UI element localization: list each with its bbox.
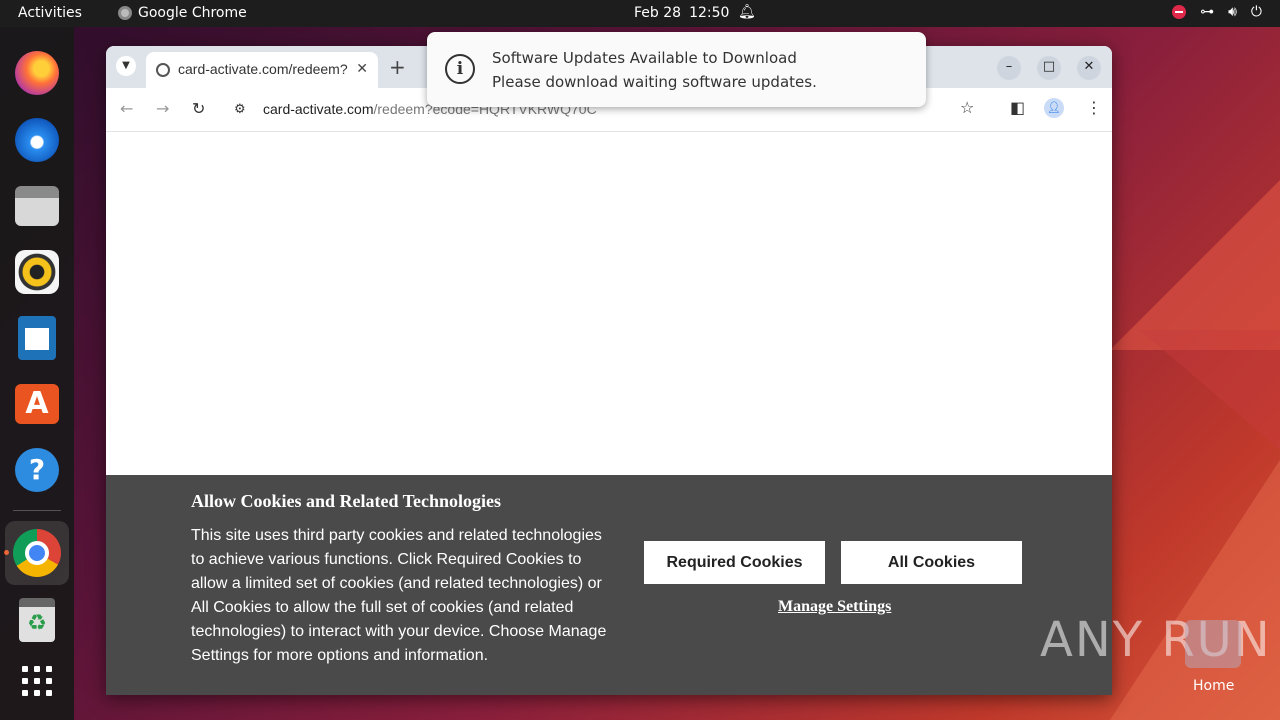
dock-files[interactable] bbox=[13, 182, 61, 230]
app-name-label: Google Chrome bbox=[138, 5, 247, 21]
home-folder-icon[interactable] bbox=[1185, 620, 1241, 668]
new-tab-button[interactable]: + bbox=[389, 55, 406, 79]
back-button[interactable]: ← bbox=[120, 99, 133, 118]
site-globe-icon bbox=[156, 63, 170, 77]
rhythmbox-icon bbox=[15, 250, 59, 294]
cookie-body: This site uses third party cookies and r… bbox=[191, 527, 607, 664]
clock[interactable]: Feb 28 12:50 bbox=[634, 5, 729, 21]
dock-help[interactable]: ? bbox=[13, 446, 61, 494]
app-center-icon: A bbox=[15, 384, 59, 424]
forward-button[interactable]: → bbox=[156, 99, 169, 118]
do-not-disturb-icon bbox=[1172, 5, 1187, 19]
trash-icon: ♻ bbox=[19, 598, 55, 642]
notification-title: Software Updates Available to Download bbox=[492, 49, 797, 67]
network-icon: ⊶ bbox=[1200, 4, 1215, 20]
maximize-button[interactable]: □ bbox=[1037, 56, 1061, 80]
notification-popup[interactable]: i Software Updates Available to Download… bbox=[427, 32, 926, 107]
reload-button[interactable]: ↻ bbox=[192, 99, 205, 118]
dock: A ? ♻ bbox=[0, 27, 74, 720]
bell-icon[interactable]: 🔔︎ bbox=[738, 4, 756, 20]
system-tray[interactable]: ⊶ 🔊︎ ⏻ bbox=[1172, 4, 1262, 20]
volume-icon: 🔊︎ bbox=[1228, 4, 1237, 20]
home-label: Home bbox=[1193, 678, 1235, 694]
power-icon: ⏻ bbox=[1250, 4, 1262, 20]
required-cookies-button[interactable]: Required Cookies bbox=[644, 541, 825, 584]
minimize-button[interactable]: – bbox=[997, 56, 1021, 80]
wallpaper-shard bbox=[1110, 180, 1280, 350]
manage-settings-link[interactable]: Manage Settings bbox=[778, 598, 891, 616]
chrome-icon bbox=[118, 6, 132, 20]
time-label: 12:50 bbox=[689, 5, 730, 21]
activities-button[interactable]: Activities bbox=[18, 5, 82, 21]
help-icon: ? bbox=[15, 448, 59, 492]
tab-search-button[interactable]: ▼ bbox=[116, 56, 136, 76]
wallpaper-shard bbox=[1140, 330, 1280, 450]
side-panel-icon[interactable]: ◧ bbox=[1010, 98, 1025, 117]
dock-trash[interactable]: ♻ bbox=[13, 596, 61, 644]
menu-kebab-icon[interactable]: ⋮ bbox=[1086, 98, 1102, 117]
cookie-title: Allow Cookies and Related Technologies bbox=[191, 491, 502, 511]
firefox-icon bbox=[15, 51, 59, 95]
files-icon bbox=[15, 186, 59, 226]
thunderbird-icon bbox=[15, 118, 59, 162]
dock-rhythmbox[interactable] bbox=[13, 248, 61, 296]
tab-close-icon[interactable]: ✕ bbox=[356, 61, 368, 77]
top-bar: Activities Google Chrome Feb 28 12:50 🔔︎… bbox=[0, 0, 1280, 27]
all-cookies-button[interactable]: All Cookies bbox=[841, 541, 1022, 584]
info-icon: i bbox=[445, 54, 475, 84]
show-apps-icon bbox=[22, 666, 52, 696]
dock-firefox[interactable] bbox=[13, 49, 61, 97]
close-window-button[interactable]: ✕ bbox=[1077, 56, 1101, 80]
dock-app-center[interactable]: A bbox=[13, 380, 61, 428]
libreoffice-writer-icon bbox=[18, 316, 56, 360]
url-host: card-activate.com bbox=[263, 101, 374, 117]
app-menu[interactable]: Google Chrome bbox=[118, 5, 247, 21]
show-apps-button[interactable] bbox=[13, 657, 61, 705]
dock-chrome[interactable] bbox=[5, 521, 69, 585]
dock-writer[interactable] bbox=[13, 314, 61, 362]
tab-title: card-activate.com/redeem?ecode=HQRTVKRWQ… bbox=[178, 61, 348, 77]
dock-separator bbox=[13, 510, 61, 511]
profile-avatar-icon[interactable]: 👤︎ bbox=[1044, 98, 1064, 118]
bookmark-star-icon[interactable]: ☆ bbox=[960, 98, 974, 117]
chrome-icon bbox=[13, 529, 61, 577]
date-label: Feb 28 bbox=[634, 5, 682, 21]
tab-active[interactable]: card-activate.com/redeem?ecode=HQRTVKRWQ… bbox=[146, 52, 378, 88]
cookie-banner: Allow Cookies and Related Technologies T… bbox=[106, 475, 1112, 695]
site-info-icon[interactable]: ⚙ bbox=[234, 102, 246, 117]
notification-body: Please download waiting software updates… bbox=[492, 73, 817, 91]
dock-thunderbird[interactable] bbox=[13, 116, 61, 164]
